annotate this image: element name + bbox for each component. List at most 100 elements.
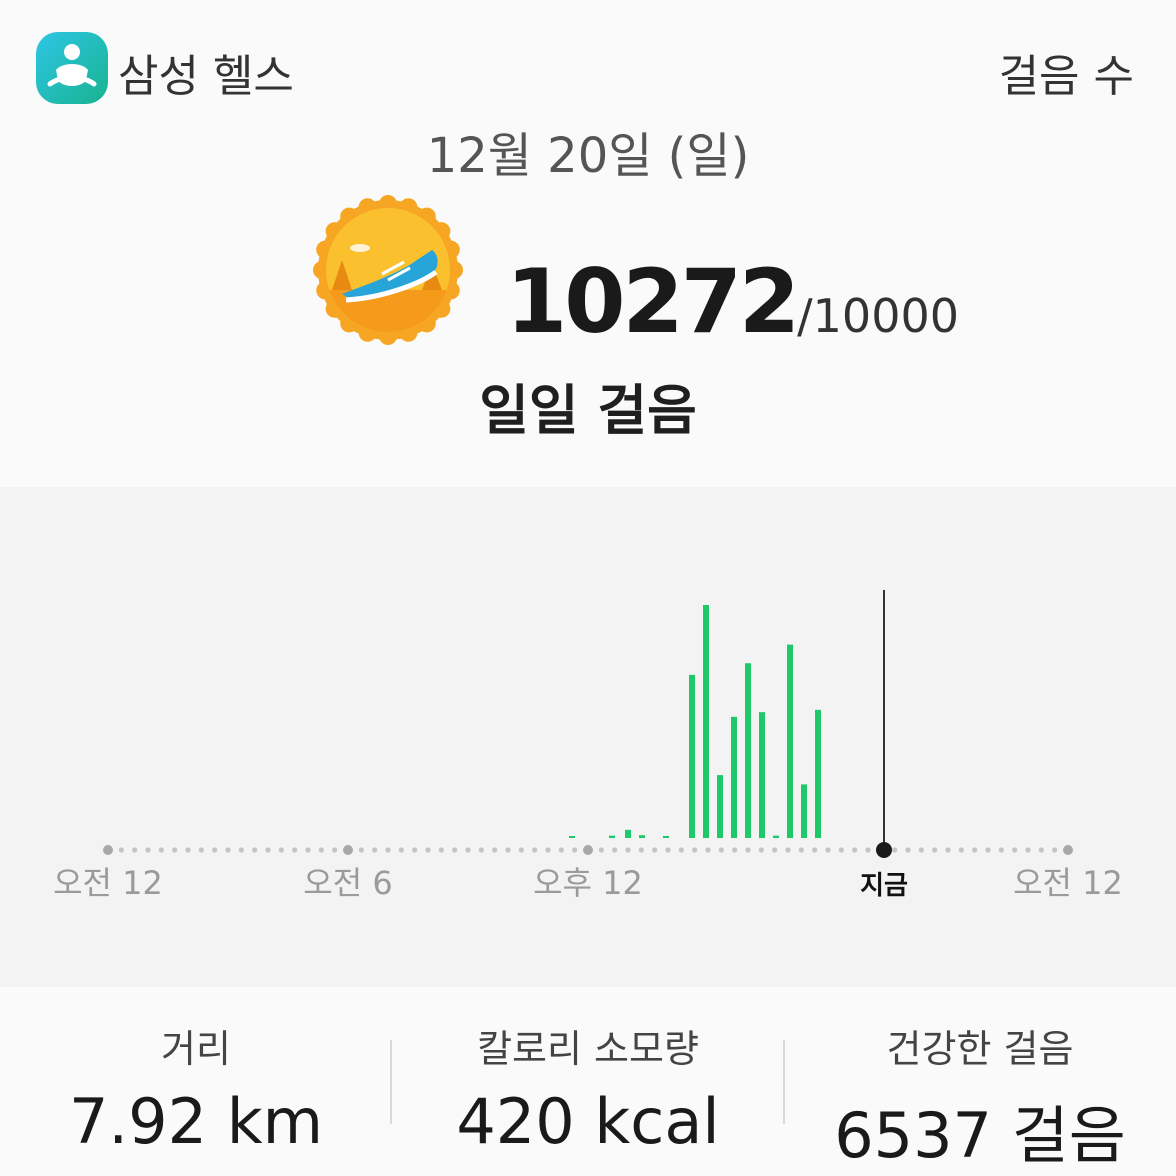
daily-steps-label: 일일 걸음 xyxy=(479,379,697,442)
calories-label: 칼로리 소모량 xyxy=(477,1027,699,1071)
axis-dot xyxy=(212,847,218,853)
step-bar xyxy=(625,829,631,838)
axis-dot xyxy=(998,847,1004,853)
axis-dot xyxy=(718,847,724,853)
axis-dot xyxy=(625,847,631,853)
axis-dot xyxy=(652,847,658,853)
axis-dot xyxy=(332,847,338,853)
step-bar xyxy=(773,835,779,838)
axis-dot xyxy=(1012,847,1018,853)
axis-dot xyxy=(1025,847,1031,853)
axis-dot xyxy=(1038,847,1044,853)
step-bar xyxy=(663,836,669,838)
step-bar xyxy=(815,709,821,838)
calories-stat: 칼로리 소모량 420 kcal xyxy=(392,1018,784,1158)
axis-dot xyxy=(985,847,991,853)
axis-dot xyxy=(438,847,444,853)
axis-dot xyxy=(425,847,431,853)
axis-dot xyxy=(372,847,378,853)
axis-dot xyxy=(158,847,164,853)
axis-dot xyxy=(905,847,911,853)
axis-dot xyxy=(598,847,604,853)
axis-dot xyxy=(918,847,924,853)
step-count-summary: 10272/10000 xyxy=(506,250,959,353)
axis-dot xyxy=(132,847,138,853)
tick-marker xyxy=(103,845,113,855)
axis-dot xyxy=(812,847,818,853)
axis-dot xyxy=(118,847,124,853)
axis-dot xyxy=(545,847,551,853)
axis-dot xyxy=(518,847,524,853)
axis-dot xyxy=(758,847,764,853)
healthy-steps-value: 6537 걸음 xyxy=(834,1099,1126,1172)
x-tick-label: 오전 12 xyxy=(1013,864,1123,902)
axis-dot xyxy=(465,847,471,853)
axis-dot xyxy=(358,847,364,853)
axis-dot xyxy=(185,847,191,853)
date-label[interactable]: 12월 20일 (일) xyxy=(0,116,1176,186)
tick-marker xyxy=(583,845,593,855)
axis-dot xyxy=(305,847,311,853)
axis-dot xyxy=(398,847,404,853)
sneaker-badge-icon xyxy=(312,194,464,346)
x-tick-label: 오전 6 xyxy=(303,864,392,902)
axis-dot xyxy=(612,847,618,853)
axis-dot xyxy=(892,847,898,853)
axis-dot xyxy=(238,847,244,853)
axis-dot xyxy=(638,847,644,853)
step-goal: /10000 xyxy=(797,289,959,343)
hourly-steps-chart[interactable]: 오전 12 오전 6 오후 12 지금 오전 12 xyxy=(0,487,1176,987)
axis-dot xyxy=(452,847,458,853)
axis-dot xyxy=(1052,847,1058,853)
axis-dot xyxy=(318,847,324,853)
axis-dot xyxy=(492,847,498,853)
axis-dot xyxy=(172,847,178,853)
axis-dot xyxy=(505,847,511,853)
step-bar xyxy=(731,716,737,838)
step-bar xyxy=(689,674,695,838)
axis-dot xyxy=(785,847,791,853)
axis-dot xyxy=(385,847,391,853)
step-bar xyxy=(759,712,765,838)
axis-dot xyxy=(532,847,538,853)
axis-dot xyxy=(705,847,711,853)
axis-dot xyxy=(412,847,418,853)
axis-dot xyxy=(732,847,738,853)
axis-dot xyxy=(265,847,271,853)
page-title: 걸음 수 xyxy=(998,51,1134,102)
axis-dot xyxy=(865,847,871,853)
samsung-health-app-icon xyxy=(36,32,108,104)
axis-dot xyxy=(838,847,844,853)
distance-stat: 거리 7.92 km xyxy=(0,1018,392,1158)
axis-dot xyxy=(932,847,938,853)
axis-dot xyxy=(478,847,484,853)
axis-dot xyxy=(665,847,671,853)
healthy-steps-stat: 건강한 걸음 6537 걸음 xyxy=(784,1018,1176,1175)
x-tick-label: 오전 12 xyxy=(53,864,163,902)
axis-dot xyxy=(972,847,978,853)
tick-marker xyxy=(343,845,353,855)
step-bar xyxy=(801,784,807,838)
axis-dot xyxy=(678,847,684,853)
step-bar xyxy=(717,775,723,838)
tick-marker xyxy=(1063,845,1073,855)
x-tick-label: 오후 12 xyxy=(533,864,643,902)
axis-dot xyxy=(292,847,298,853)
axis-dot xyxy=(852,847,858,853)
axis-dot xyxy=(198,847,204,853)
axis-dot xyxy=(572,847,578,853)
calories-value: 420 kcal xyxy=(456,1085,720,1158)
step-bar xyxy=(787,644,793,838)
distance-value: 7.92 km xyxy=(68,1085,324,1158)
axis-dot xyxy=(745,847,751,853)
now-tick-label: 지금 xyxy=(860,871,908,901)
axis-dot xyxy=(278,847,284,853)
axis-dot xyxy=(558,847,564,853)
now-indicator-dot xyxy=(876,842,892,858)
runner-icon xyxy=(47,44,97,87)
step-bar xyxy=(745,663,751,838)
axis-dot xyxy=(225,847,231,853)
axis-dot xyxy=(798,847,804,853)
step-count: 10272 xyxy=(506,250,800,353)
step-bar xyxy=(569,836,575,838)
